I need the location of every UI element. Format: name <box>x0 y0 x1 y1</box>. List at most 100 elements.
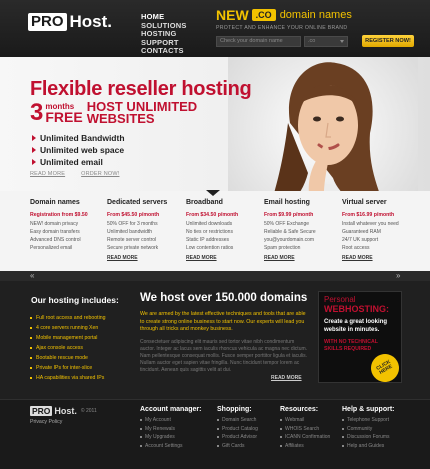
tld-select[interactable]: .co <box>304 35 348 47</box>
service-read-more-link[interactable]: READ MORE <box>186 255 264 261</box>
domains-body: Consectetuer adipiscing elit mauris sed … <box>140 339 308 373</box>
includes-item-text: Bootable rescue mode <box>36 355 88 361</box>
hero-read-more-link[interactable]: READ MORE <box>30 171 65 177</box>
service-price: From $9.99 p/month <box>264 212 314 218</box>
footer-link-text: WHOIS Search <box>285 425 320 432</box>
bullet-icon <box>342 436 344 439</box>
service-read-more-link[interactable]: READ MORE <box>264 255 342 261</box>
service-dedicated-servers[interactable]: Dedicated servers From $45.50 p/month 50… <box>107 199 185 261</box>
service-feature: No ties or restrictions <box>186 229 233 235</box>
hero-bullets: Unlimited Bandwidth Unlimited web space … <box>32 132 125 168</box>
footer-link[interactable]: Product Catalog <box>217 425 258 434</box>
footer-link[interactable]: WHOIS Search <box>280 425 330 434</box>
service-feature: 50% OFF for 3 months <box>107 221 158 227</box>
footer-link[interactable]: My Renewals <box>140 425 201 434</box>
footer-link[interactable]: Telephone Support <box>342 416 395 425</box>
hero-order-now-link[interactable]: ORDER NOW! <box>81 171 119 177</box>
footer-link-text: Product Catalog <box>222 425 258 432</box>
service-feature: Personalized email <box>30 245 73 251</box>
bullet-icon <box>217 419 219 422</box>
footer-link[interactable]: My Upgrades <box>140 433 201 442</box>
hero-woman-photo <box>228 57 418 191</box>
click-here-sticker[interactable]: CLICK HERE <box>365 348 405 388</box>
offer-free: FREE <box>45 109 83 125</box>
includes-item[interactable]: Private IPs for inter-slice <box>30 363 106 373</box>
footer-column-title: Shopping: <box>217 406 252 413</box>
footer-logo[interactable]: PRO Host. © 2011 <box>30 406 97 416</box>
domains-read-more-link[interactable]: READ MORE <box>271 375 302 381</box>
footer-logo-pro: PRO <box>30 406 53 416</box>
footer-link[interactable]: Discussion Forums <box>342 433 395 442</box>
nav-contacts[interactable]: CONTACTS <box>141 46 187 56</box>
footer-link[interactable]: Affiliates <box>280 442 330 451</box>
service-broadband[interactable]: Broadband From $34.50 p/month Unlimited … <box>186 199 264 261</box>
footer-column-title: Resources: <box>280 406 319 413</box>
footer-link[interactable]: My Account <box>140 416 201 425</box>
domain-promo: NEW .CO domain names PROTECT AND ENHANCE… <box>216 7 421 47</box>
bullet-icon <box>342 419 344 422</box>
bullet-icon <box>140 419 142 422</box>
privacy-policy-link[interactable]: Privacy Policy <box>30 419 62 425</box>
prev-arrow-icon[interactable]: « <box>30 272 34 280</box>
footer-link[interactable]: Help and Guides <box>342 442 395 451</box>
promo-domain-text: domain names <box>279 9 352 21</box>
offer-host-unlimited: HOST UNLIMITED WEBSITES <box>87 100 198 125</box>
site-header: PRO Host. HOME SOLUTIONS HOSTING SUPPORT… <box>0 0 430 57</box>
card-webhosting: WEBHOSTING: <box>324 304 389 314</box>
footer-column-title: Account manager: <box>140 406 202 413</box>
service-email-hosting[interactable]: Email hosting From $9.99 p/month 50% OFF… <box>264 199 342 261</box>
service-price: From $45.50 p/month <box>107 212 160 218</box>
includes-item[interactable]: HA capabilities via shared IPs <box>30 373 106 383</box>
hero-bullet: Unlimited email <box>32 156 125 168</box>
footer-link[interactable]: Webmail <box>280 416 330 425</box>
footer-link-text: My Upgrades <box>145 434 175 441</box>
footer-link[interactable]: Gift Cards <box>217 442 258 451</box>
service-read-more-link[interactable]: READ MORE <box>342 255 420 261</box>
service-virtual-server[interactable]: Virtual server From $16.99 p/month Insta… <box>342 199 420 261</box>
hero-bullet-text: Unlimited email <box>40 157 103 167</box>
service-feature: Secure private network <box>107 245 159 251</box>
footer-link[interactable]: Domain Search <box>217 416 258 425</box>
domain-search-input[interactable]: Check your domain name <box>216 35 301 47</box>
footer-link-text: My Renewals <box>145 425 176 432</box>
register-now-button[interactable]: REGISTER NOW! <box>362 35 414 47</box>
personal-webhosting-card[interactable]: Personal WEBHOSTING: Create a great look… <box>318 291 405 388</box>
footer-link[interactable]: Community <box>342 425 395 434</box>
service-read-more-link[interactable]: READ MORE <box>107 255 185 261</box>
next-arrow-icon[interactable]: » <box>396 272 400 280</box>
bullet-icon <box>30 327 32 329</box>
hero-offer: 3 months FREE HOST UNLIMITED WEBSITES <box>30 100 198 125</box>
service-price: From $34.50 p/month <box>186 212 239 218</box>
hero-bullet-text: Unlimited web space <box>40 145 125 155</box>
footer-link-text: Account Settings <box>145 442 183 449</box>
service-title: Dedicated servers <box>107 199 168 206</box>
service-domain-names[interactable]: Domain names Registration from $9.50 NEW… <box>30 199 108 252</box>
footer-column-title: Help & support: <box>342 406 395 413</box>
includes-item-text: Full root access and rebooting <box>36 315 106 321</box>
footer-link[interactable]: Account Settings <box>140 442 201 451</box>
site-logo[interactable]: PRO Host. <box>28 12 112 32</box>
includes-item[interactable]: Bootable rescue mode <box>30 353 106 363</box>
footer-link[interactable]: ICANN Confirmation <box>280 433 330 442</box>
logo-pro: PRO <box>28 13 67 31</box>
promo-tld-badge: .CO <box>251 9 276 21</box>
service-title: Broadband <box>186 199 223 206</box>
footer-link[interactable]: Product Advisor <box>217 433 258 442</box>
service-title: Domain names <box>30 199 80 206</box>
footer-link-text: Telephone Support <box>347 417 389 424</box>
includes-item[interactable]: 4 core servers running Xen <box>30 323 106 333</box>
includes-item[interactable]: Mobile management portal <box>30 333 106 343</box>
service-feature: 50% OFF Exchange <box>264 221 310 227</box>
bullet-icon <box>217 436 219 439</box>
services-row: Domain names Registration from $9.50 NEW… <box>0 190 430 271</box>
bullet-icon <box>280 427 282 430</box>
includes-item[interactable]: Full root access and rebooting <box>30 313 106 323</box>
hero-bullet: Unlimited web space <box>32 144 125 156</box>
footer-column-resources: Resources: Webmail WHOIS Search ICANN Co… <box>280 406 330 450</box>
offer-months-free: months FREE <box>45 102 82 124</box>
site-footer: PRO Host. © 2011 Privacy Policy Account … <box>0 399 430 469</box>
service-feature: Spam protection <box>264 245 301 251</box>
service-feature: Low contention ratios <box>186 245 234 251</box>
includes-item[interactable]: Ajax console access <box>30 343 106 353</box>
service-price: From $16.99 p/month <box>342 212 395 218</box>
